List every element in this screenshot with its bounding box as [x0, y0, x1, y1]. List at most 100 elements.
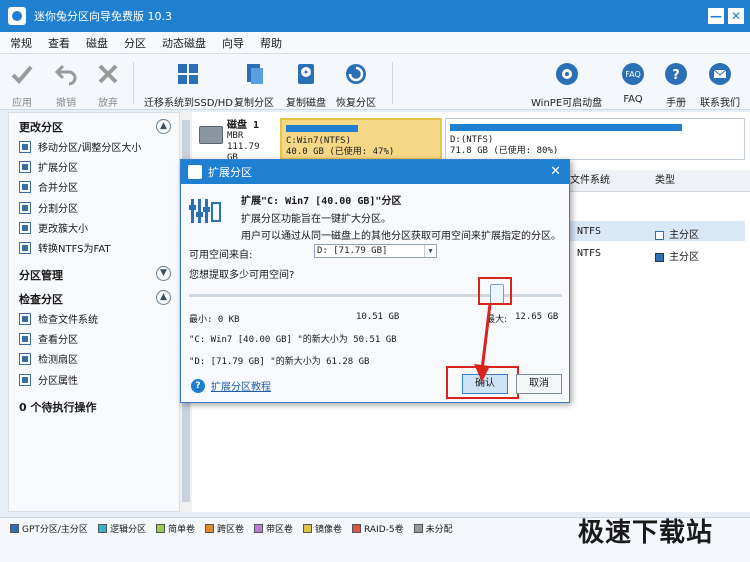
legend-label: 镜像卷 [315, 525, 343, 535]
minimize-button[interactable]: — [708, 8, 724, 24]
partition-label: D:(NTFS) [450, 135, 494, 145]
sidebar-item-extend[interactable]: 扩展分区 [19, 159, 78, 174]
migrate-os-label: 迁移系统到SSD/HD [144, 98, 233, 109]
close-button[interactable]: ✕ [728, 8, 744, 24]
current-value: 10.51 GB [356, 312, 400, 322]
sidebar-item-label: 更改簇大小 [38, 224, 88, 235]
apply-button[interactable]: 应用 [10, 62, 34, 109]
sidebar-item-cluster[interactable]: 更改簇大小 [19, 220, 88, 235]
sidebar-item-label: 分割分区 [38, 204, 78, 215]
app-icon [8, 7, 26, 25]
disk-1[interactable]: 磁盘 1 MBR 111.79 GB [195, 118, 275, 163]
sidebar-item-move-resize[interactable]: 移动分区/调整分区大小 [19, 139, 141, 154]
column-header-fs[interactable]: 文件系统 [570, 170, 610, 192]
svg-text:FAQ: FAQ [625, 70, 641, 79]
svg-text:?: ? [672, 68, 680, 83]
copy-partition-icon [247, 64, 263, 84]
color-swatch [413, 524, 423, 533]
faq-icon: FAQ [622, 63, 644, 85]
watermark-logo: 极速下载站 [578, 518, 714, 548]
partition-c[interactable]: C:Win7(NTFS) 40.0 GB (已使用: 47%) [280, 118, 442, 160]
partition-d[interactable]: D:(NTFS) 71.8 GB (已使用: 80%) [445, 118, 745, 160]
split-icon [19, 201, 31, 214]
legend-spanned: 跨区卷 [204, 522, 244, 535]
min-value: 最小: 0 KB [189, 315, 240, 325]
max-value: 12.65 GB [515, 312, 559, 322]
sidebar-item-check-fs[interactable]: 检查文件系统 [19, 311, 98, 326]
bootable-media-icon [555, 63, 578, 85]
toolbar: 应用 撤销 放弃 迁移系统到SSD/HD 复制分区 复制磁盘 恢复分区 WinP… [0, 54, 750, 110]
menu-help[interactable]: 帮助 [260, 35, 282, 51]
sidebar-item-explore[interactable]: 查看分区 [19, 331, 78, 346]
legend-gpt-primary: GPT分区/主分区 [10, 522, 88, 535]
sidebar-item-label: 合并分区 [38, 183, 78, 194]
menu-general[interactable]: 常规 [10, 35, 32, 51]
select-value: D: [71.79 GB] [317, 246, 388, 256]
check-fs-icon [19, 312, 31, 325]
sidebar-item-label: 检测扇区 [38, 355, 78, 366]
merge-icon [19, 180, 31, 193]
copy-partition-label: 复制分区 [234, 98, 274, 109]
faq-button[interactable]: FAQ FAQ [621, 62, 645, 105]
menu-partition[interactable]: 分区 [124, 35, 146, 51]
surface-test-icon [19, 352, 31, 365]
table-cell-fs: NTFS [577, 248, 602, 259]
sidebar-item-surface-test[interactable]: 检测扇区 [19, 351, 78, 366]
menu-dynamic-disk[interactable]: 动态磁盘 [162, 35, 206, 51]
migrate-os-button[interactable]: 迁移系统到SSD/HD [144, 62, 233, 109]
dialog-app-icon [188, 165, 202, 179]
tutorial-link[interactable]: ? 扩展分区教程 [191, 378, 271, 393]
menu-view[interactable]: 查看 [48, 35, 70, 51]
chevron-up-icon[interactable]: ▲ [156, 119, 171, 134]
winpe-label: WinPE可启动盘 [531, 98, 603, 109]
convert-icon [19, 241, 31, 254]
sidebar: 更改分区 ▲ 移动分区/调整分区大小 扩展分区 合并分区 分割分区 更改簇大小 … [8, 112, 180, 512]
dialog-close-button[interactable]: ✕ [550, 164, 561, 179]
new-size-d: "D: [71.79 GB] "的新大小为 61.28 GB [189, 357, 370, 367]
space-from-select[interactable]: D: [71.79 GB] ▼ [314, 244, 437, 258]
discard-button[interactable]: 放弃 [96, 62, 120, 109]
legend-raid5: RAID-5卷 [352, 522, 404, 535]
sidebar-item-label: 转换NTFS为FAT [38, 244, 111, 255]
table-cell-type: 主分区 [655, 248, 699, 263]
sidebar-item-label: 检查文件系统 [38, 315, 98, 326]
recover-partition-button[interactable]: 恢复分区 [336, 62, 376, 109]
legend-label: 简单卷 [167, 525, 195, 535]
legend-unallocated: 未分配 [413, 522, 453, 535]
undo-button[interactable]: 撤销 [54, 62, 78, 109]
legend-logical: 逻辑分区 [97, 522, 146, 535]
new-size-c: "C: Win7 [40.00 GB] "的新大小为 50.51 GB [189, 335, 397, 345]
winpe-button[interactable]: WinPE可启动盘 [531, 62, 602, 109]
sidebar-item-split[interactable]: 分割分区 [19, 200, 78, 215]
copy-partition-button[interactable]: 复制分区 [234, 62, 274, 109]
contact-button[interactable]: 联系我们 [700, 62, 740, 109]
copy-disk-label: 复制磁盘 [286, 98, 326, 109]
manual-button[interactable]: ? 手册 [664, 62, 688, 109]
resize-icon [19, 140, 31, 153]
mail-icon [709, 63, 731, 85]
partition-info: 40.0 GB (已使用: 47%) [286, 147, 395, 157]
recover-partition-label: 恢复分区 [336, 98, 376, 109]
cancel-button[interactable]: 取消 [516, 374, 562, 394]
chevron-up-icon[interactable]: ▲ [156, 290, 171, 305]
faq-label: FAQ [623, 94, 643, 105]
copy-disk-button[interactable]: 复制磁盘 [286, 62, 326, 109]
chevron-down-icon[interactable]: ▼ [156, 266, 171, 281]
help-icon: ? [191, 378, 205, 393]
menu-wizard[interactable]: 向导 [222, 35, 244, 51]
color-swatch [253, 524, 263, 533]
dialog-desc-2: 用户可以通过从同一磁盘上的其他分区获取可用空间来扩展指定的分区。 [241, 231, 561, 242]
sidebar-item-label: 移动分区/调整分区大小 [38, 143, 142, 154]
legend-striped: 带区卷 [253, 522, 293, 535]
color-swatch [155, 524, 165, 533]
table-cell-type: 主分区 [655, 226, 699, 241]
section-change-partition: 更改分区 [19, 121, 63, 134]
sidebar-item-merge[interactable]: 合并分区 [19, 179, 78, 194]
chevron-down-icon: ▼ [424, 245, 436, 257]
sidebar-item-properties[interactable]: 分区属性 [19, 372, 78, 387]
menu-disk[interactable]: 磁盘 [86, 35, 108, 51]
sidebar-item-convert[interactable]: 转换NTFS为FAT [19, 240, 111, 255]
column-header-type[interactable]: 类型 [655, 170, 675, 192]
recover-icon [346, 64, 366, 84]
toolbar-divider [392, 62, 393, 104]
